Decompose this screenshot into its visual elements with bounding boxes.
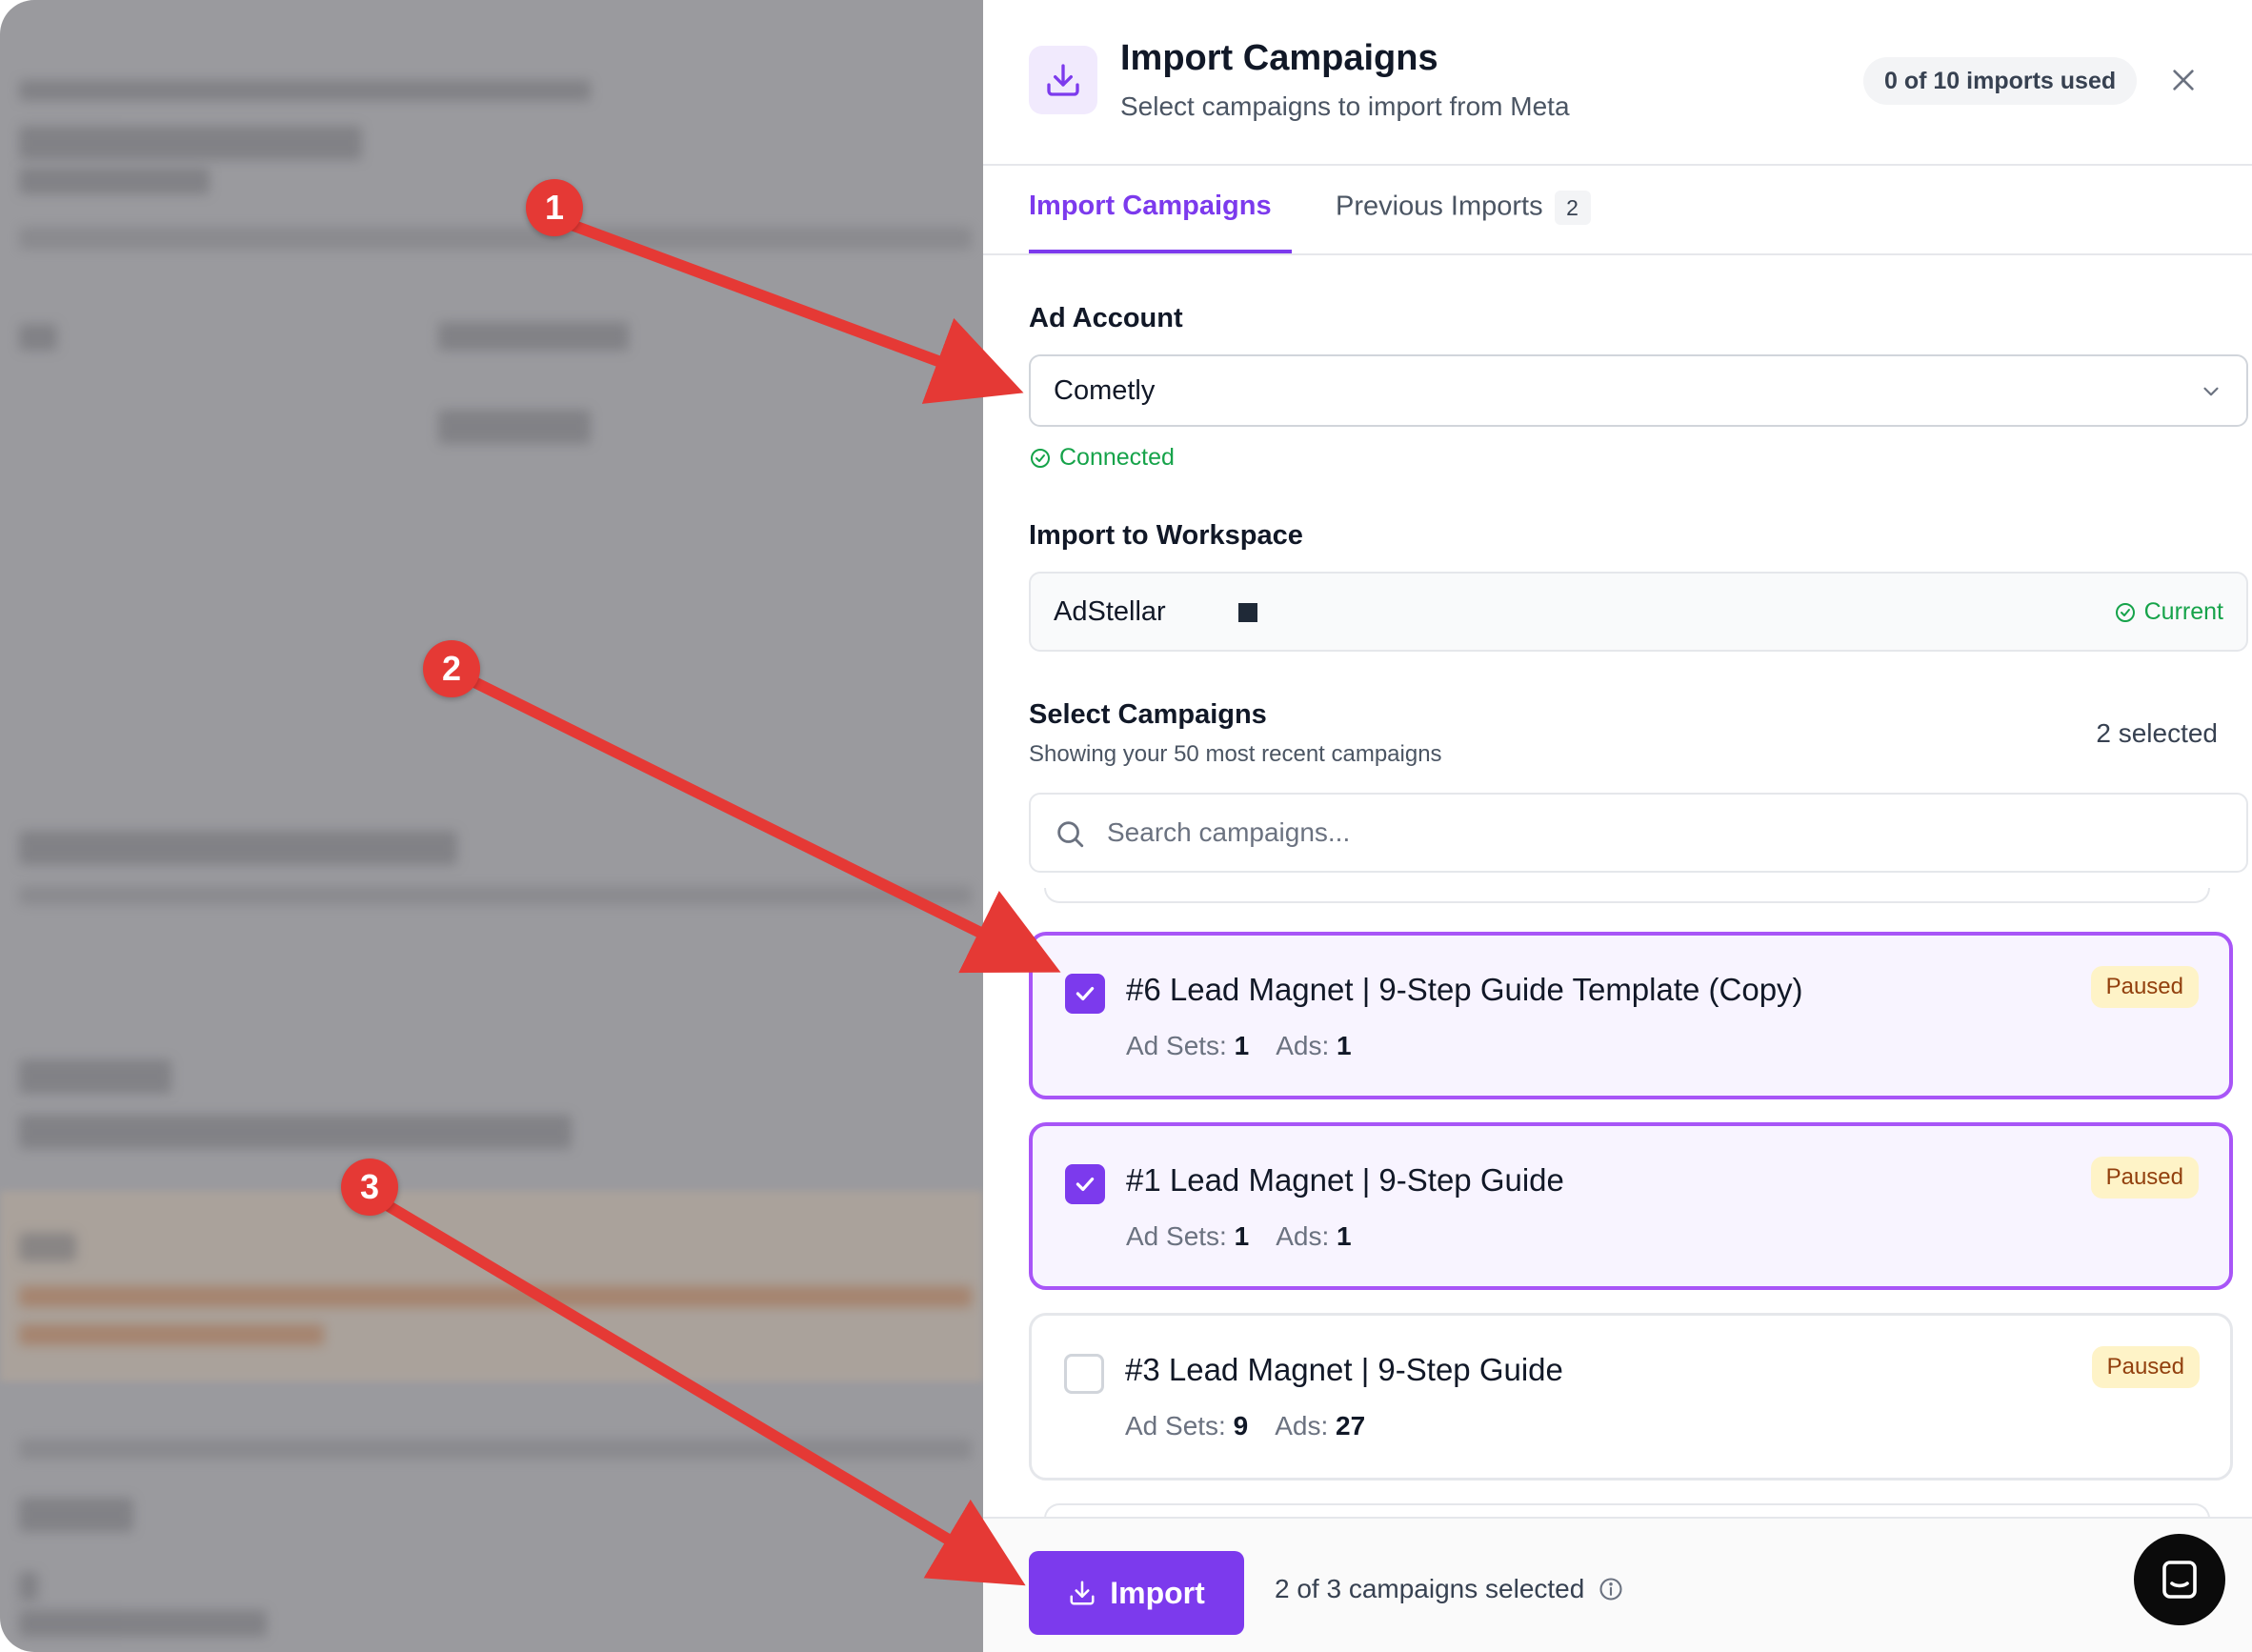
ad-account-value: Cometly <box>1054 375 1156 406</box>
status-badge: Paused <box>2091 1346 2200 1388</box>
ads-count: 1 <box>1337 1221 1352 1251</box>
blurred-text <box>19 1610 267 1637</box>
panel-subtitle: Select campaigns to import from Meta <box>1120 91 1570 121</box>
ad-account-select[interactable]: Cometly <box>1029 354 2248 427</box>
blurred-text <box>19 1286 972 1307</box>
step-badge: 3 <box>341 1158 398 1216</box>
ads-label: Ads: <box>1275 1411 1329 1440</box>
workspace-status: Current <box>2114 598 2223 626</box>
blurred-text <box>438 322 629 351</box>
ads-label: Ads: <box>1276 1221 1330 1251</box>
close-button[interactable] <box>2164 61 2202 99</box>
campaign-name: #1 Lead Magnet | 9-Step Guide <box>1126 1162 1564 1198</box>
step-badge: 1 <box>526 179 583 236</box>
background-app <box>0 0 983 1652</box>
ad-sets-label: Ad Sets: <box>1125 1411 1226 1440</box>
check-circle-icon <box>2115 602 2135 622</box>
ad-sets-count: 9 <box>1233 1411 1249 1440</box>
blurred-text <box>19 227 972 250</box>
imports-usage-badge: 0 of 10 imports used <box>1863 57 2138 105</box>
ad-account-status: Connected <box>1029 444 1175 472</box>
blurred-text <box>19 1572 38 1601</box>
ad-sets-count: 1 <box>1234 1221 1250 1251</box>
import-button-label: Import <box>1110 1575 1205 1610</box>
blurred-text <box>19 126 362 160</box>
blurred-text <box>19 831 457 865</box>
campaign-card[interactable]: #1 Lead Magnet | 9-Step Guide Ad Sets: 1… <box>1029 1122 2233 1290</box>
info-icon[interactable] <box>1598 1576 1624 1602</box>
active-tab-indicator <box>1029 250 1292 253</box>
selection-summary-text: 2 of 3 campaigns selected <box>1275 1574 1585 1603</box>
selection-summary: 2 of 3 campaigns selected <box>1275 1574 1624 1604</box>
blurred-text <box>19 324 57 351</box>
campaign-card[interactable]: #6 Lead Magnet | 9-Step Guide Template (… <box>1029 932 2233 1099</box>
ad-sets-label: Ad Sets: <box>1126 1221 1227 1251</box>
workspace-color-swatch <box>1238 603 1257 622</box>
step-badge: 2 <box>423 640 480 697</box>
panel-header: Import Campaigns Select campaigns to imp… <box>983 0 2252 166</box>
panel-title: Import Campaigns <box>1120 38 1438 78</box>
campaign-card-partial <box>1044 888 2210 903</box>
search-icon <box>1057 821 1084 848</box>
support-chat-button[interactable] <box>2134 1534 2225 1625</box>
workspace-name: AdStellar <box>1054 596 1166 627</box>
ads-count: 27 <box>1336 1411 1366 1440</box>
download-icon <box>1029 46 1097 114</box>
status-badge: Paused <box>2090 966 2199 1008</box>
current-text: Current <box>2143 598 2223 625</box>
campaign-checkbox[interactable] <box>1064 1354 1104 1394</box>
campaign-stats: Ad Sets: 9 Ads: 27 <box>1125 1411 1365 1441</box>
campaign-name: #3 Lead Magnet | 9-Step Guide <box>1125 1352 1563 1387</box>
ad-sets-count: 1 <box>1234 1031 1250 1060</box>
blurred-text <box>19 1498 133 1532</box>
campaign-card-partial <box>1044 1503 2210 1517</box>
close-icon <box>2173 70 2194 91</box>
select-campaigns-sublabel: Showing your 50 most recent campaigns <box>1029 741 1442 767</box>
tab-label: Import Campaigns <box>1029 191 1272 221</box>
ads-label: Ads: <box>1276 1031 1330 1060</box>
blurred-text <box>19 1059 171 1094</box>
tab-count-badge: 2 <box>1554 191 1591 225</box>
download-icon <box>1070 1581 1095 1605</box>
tab-import-campaigns[interactable]: Import Campaigns <box>1029 191 1272 222</box>
campaign-stats: Ad Sets: 1 Ads: 1 <box>1126 1031 1352 1061</box>
campaign-name: #6 Lead Magnet | 9-Step Guide Template (… <box>1126 972 1803 1007</box>
status-badge: Paused <box>2090 1157 2199 1199</box>
blurred-text <box>19 1324 324 1345</box>
campaign-card[interactable]: #3 Lead Magnet | 9-Step Guide Ad Sets: 9… <box>1029 1313 2233 1481</box>
ads-count: 1 <box>1337 1031 1352 1060</box>
search-input[interactable] <box>1107 812 2212 854</box>
blurred-text <box>19 886 972 905</box>
tab-previous-imports[interactable]: Previous Imports 2 <box>1336 191 1591 225</box>
import-button[interactable]: Import <box>1029 1551 1244 1635</box>
search-field <box>1029 793 2248 873</box>
campaign-checkbox[interactable] <box>1065 1164 1105 1204</box>
blurred-text <box>438 410 591 444</box>
tab-bar: Import Campaigns Previous Imports 2 <box>983 166 2252 255</box>
blurred-text <box>19 168 210 194</box>
checkmark-icon <box>1076 986 1095 1001</box>
campaign-list[interactable]: #6 Lead Magnet | 9-Step Guide Template (… <box>983 888 2252 1517</box>
workspace-field: AdStellar Current <box>1029 572 2248 652</box>
selected-count: 2 selected <box>2096 718 2218 748</box>
connected-text: Connected <box>1059 444 1175 471</box>
blurred-text <box>19 1115 572 1149</box>
campaign-checkbox[interactable] <box>1065 974 1105 1014</box>
chat-icon <box>2162 1561 2197 1599</box>
ad-account-label: Ad Account <box>1029 303 1183 333</box>
tab-label: Previous Imports <box>1336 191 1543 222</box>
blurred-text <box>19 1439 972 1460</box>
import-campaigns-panel: Import Campaigns Select campaigns to imp… <box>983 0 2252 1652</box>
workspace-label: Import to Workspace <box>1029 520 1303 551</box>
blurred-text <box>19 80 591 101</box>
check-circle-icon <box>1031 448 1050 468</box>
panel-footer: Import 2 of 3 campaigns selected <box>983 1517 2252 1652</box>
ad-sets-label: Ad Sets: <box>1126 1031 1227 1060</box>
chevron-down-icon <box>2203 387 2219 396</box>
blurred-text <box>19 1233 76 1261</box>
checkmark-icon <box>1076 1177 1095 1192</box>
select-campaigns-label: Select Campaigns <box>1029 699 1267 730</box>
campaign-stats: Ad Sets: 1 Ads: 1 <box>1126 1221 1352 1252</box>
